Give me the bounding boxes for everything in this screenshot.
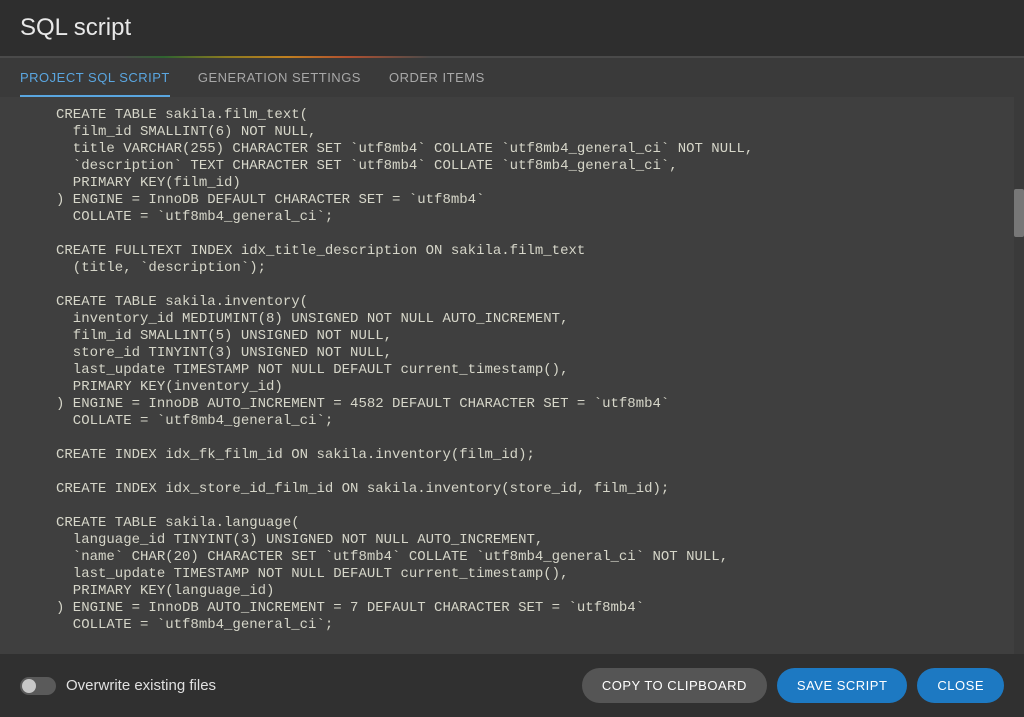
overwrite-label: Overwrite existing files [66, 677, 216, 694]
tab-order-items[interactable]: ORDER ITEMS [389, 70, 485, 97]
dialog-title: SQL script [0, 0, 1024, 56]
scrollbar-thumb[interactable] [1014, 189, 1024, 237]
scrollbar-track[interactable] [1014, 97, 1024, 654]
toggle-knob [22, 679, 36, 693]
copy-to-clipboard-button[interactable]: COPY TO CLIPBOARD [582, 668, 767, 703]
tab-bar: PROJECT SQL SCRIPT GENERATION SETTINGS O… [0, 58, 1024, 97]
sql-script-dialog: SQL script PROJECT SQL SCRIPT GENERATION… [0, 0, 1024, 717]
overwrite-toggle-wrap: Overwrite existing files [20, 677, 216, 695]
sql-code-area[interactable]: CREATE TABLE sakila.film_text( film_id S… [0, 97, 1024, 654]
tab-project-sql-script[interactable]: PROJECT SQL SCRIPT [20, 70, 170, 97]
close-button[interactable]: CLOSE [917, 668, 1004, 703]
overwrite-toggle[interactable] [20, 677, 56, 695]
save-script-button[interactable]: SAVE SCRIPT [777, 668, 908, 703]
sql-code-text: CREATE TABLE sakila.film_text( film_id S… [0, 97, 1024, 654]
tab-generation-settings[interactable]: GENERATION SETTINGS [198, 70, 361, 97]
dialog-footer: Overwrite existing files COPY TO CLIPBOA… [0, 654, 1024, 717]
